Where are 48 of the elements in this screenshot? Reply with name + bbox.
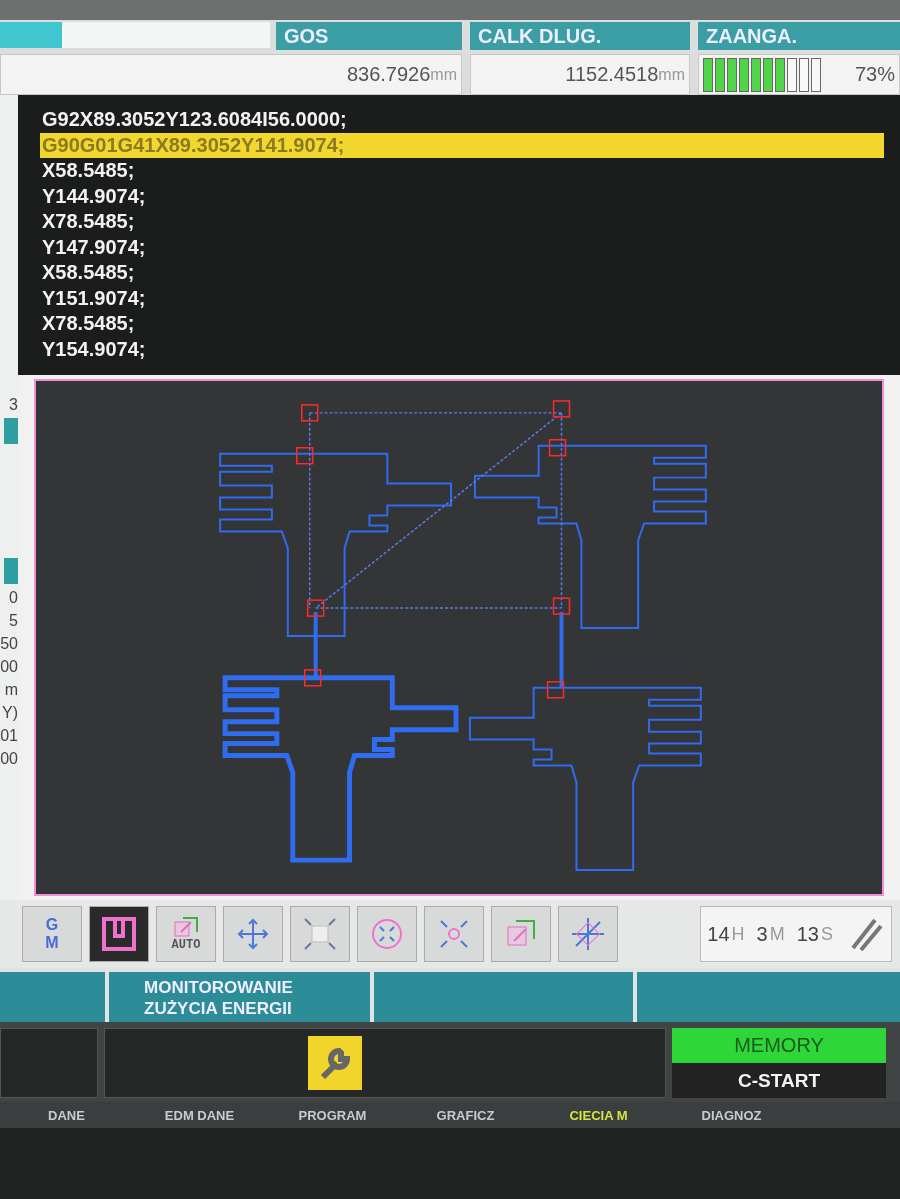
cut-off-text: 3 (9, 395, 18, 414)
move-icon (235, 916, 271, 952)
program-line[interactable]: Y147.9074; (40, 234, 884, 260)
state-indicator: C-START (672, 1063, 886, 1098)
toolbar-button[interactable] (223, 906, 283, 962)
side-tab[interactable] (4, 418, 18, 444)
program-line[interactable]: X58.5485; (40, 158, 884, 184)
function-tab[interactable]: DANE (0, 1102, 133, 1128)
mode-indicator: MEMORY (672, 1028, 886, 1063)
cut-off-text: 00 (0, 749, 18, 768)
function-tab[interactable]: GRAFICZ (399, 1102, 532, 1128)
value-field: 836.7926mm (0, 54, 462, 95)
cut-off-text: 00 (0, 657, 18, 676)
arrow-icon (173, 916, 199, 938)
fit-icon (302, 916, 338, 952)
toolbar-button[interactable] (558, 906, 618, 962)
toolbar-button[interactable] (89, 906, 149, 962)
function-tab[interactable]: CIECIA M (532, 1102, 665, 1128)
function-tab[interactable]: DIAGNOZ (665, 1102, 798, 1128)
program-line[interactable]: Y154.9074; (40, 336, 884, 362)
wrench-icon (308, 1036, 362, 1090)
cut-off-text: 50 (0, 634, 18, 653)
program-line[interactable]: X78.5485; (40, 209, 884, 235)
elapsed-timer: 14 H 3 M 13 S (700, 906, 892, 962)
program-line[interactable]: X78.5485; (40, 311, 884, 337)
program-line[interactable]: G92X89.3052Y123.6084I56.0000; (40, 107, 884, 133)
cut-off-text: 5 (9, 611, 18, 630)
side-tab[interactable] (4, 558, 18, 584)
value-field: 1152.4518mm (470, 54, 690, 95)
panel-title: ZAANGA. (698, 22, 900, 50)
softkey[interactable] (374, 972, 634, 1022)
cut-off-text: 01 (0, 726, 18, 745)
frame-icon (101, 916, 137, 952)
panel-title: GOS (276, 22, 462, 50)
cut-off-text: 0 (9, 588, 18, 607)
panel-title: CALK DLUG. (470, 22, 690, 50)
cut-off-text: m (4, 680, 18, 699)
function-tab[interactable]: PROGRAM (266, 1102, 399, 1128)
program-line[interactable]: Y144.9074; (40, 183, 884, 209)
cut-off-text: Y) (2, 703, 18, 722)
toolbar-button[interactable]: AUTO (156, 906, 216, 962)
program-line[interactable]: Y151.9074; (40, 285, 884, 311)
function-tab[interactable]: EDM DANE (133, 1102, 266, 1128)
softkey[interactable] (637, 972, 900, 1022)
softkey[interactable] (0, 972, 105, 1022)
percent-label: 73% (854, 63, 895, 86)
zoom-circle-icon (369, 916, 405, 952)
program-line[interactable]: X58.5485; (40, 260, 884, 286)
